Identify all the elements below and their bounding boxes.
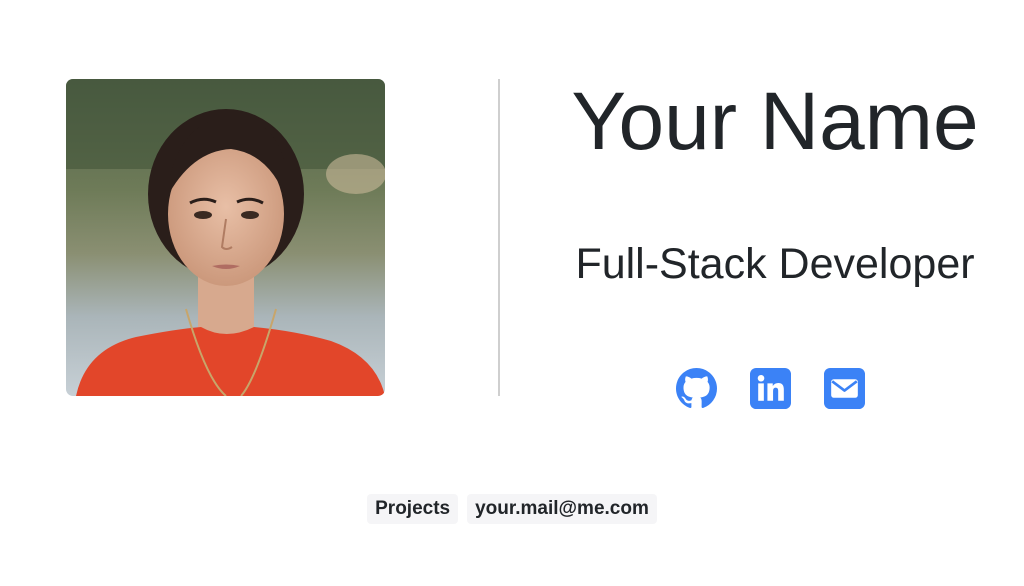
profile-photo: [66, 79, 385, 396]
footer: Projects your.mail@me.com: [0, 494, 1024, 524]
github-link[interactable]: [676, 368, 717, 409]
github-icon: [676, 368, 717, 408]
mail-icon: [824, 368, 865, 409]
linkedin-icon: [750, 368, 791, 409]
profile-name: Your Name: [571, 76, 979, 167]
email-address-link[interactable]: your.mail@me.com: [467, 494, 657, 524]
email-link[interactable]: [824, 368, 865, 409]
linkedin-link[interactable]: [750, 368, 791, 409]
profile-page: Your Name Full-Stack Developer Projects: [0, 0, 1024, 586]
projects-link[interactable]: Projects: [367, 494, 459, 524]
social-links: [676, 368, 865, 409]
vertical-divider: [498, 79, 500, 396]
profile-role: Full-Stack Developer: [575, 240, 975, 288]
